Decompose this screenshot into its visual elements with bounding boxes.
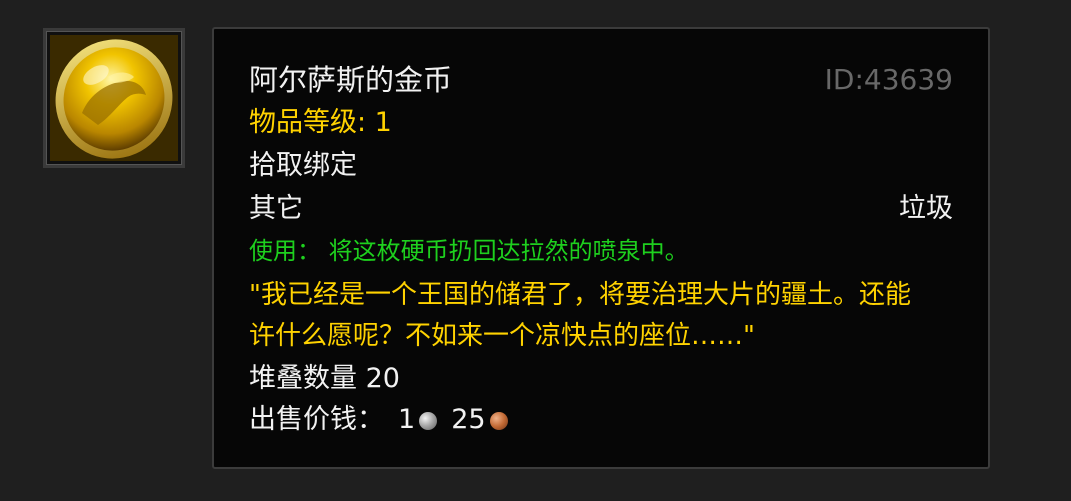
item-icon-frame[interactable] (43, 28, 185, 168)
flavor-text-line-2: 许什么愿呢？不如来一个凉快点的座位……" (249, 321, 755, 351)
sell-silver-amount: 1 (398, 404, 416, 435)
item-quality: 垃圾 (899, 193, 953, 224)
copper-coin-icon (489, 412, 508, 430)
stack-count: 堆叠数量 20 (249, 363, 400, 394)
item-level: 物品等级: 1 (249, 107, 392, 138)
bind-type: 拾取绑定 (249, 150, 357, 181)
flavor-text-line-1: "我已经是一个王国的储君了，将要治理大片的疆土。还能 (249, 280, 911, 310)
item-category: 其它 (249, 193, 303, 224)
item-tooltip: 阿尔萨斯的金币 ID:43639 物品等级: 1 拾取绑定 其它 垃圾 使用： … (212, 27, 990, 469)
sell-price-label: 出售价钱： (249, 404, 384, 435)
sell-price: 出售价钱： 1 25 (249, 404, 522, 436)
use-effect: 使用： 将这枚硬币扔回达拉然的喷泉中。 (249, 237, 689, 265)
item-id: ID:43639 (824, 63, 953, 96)
item-name: 阿尔萨斯的金币 (249, 63, 453, 97)
gold-coin-icon (50, 35, 178, 161)
sell-copper-amount: 25 (451, 404, 486, 435)
silver-coin-icon (419, 412, 438, 430)
